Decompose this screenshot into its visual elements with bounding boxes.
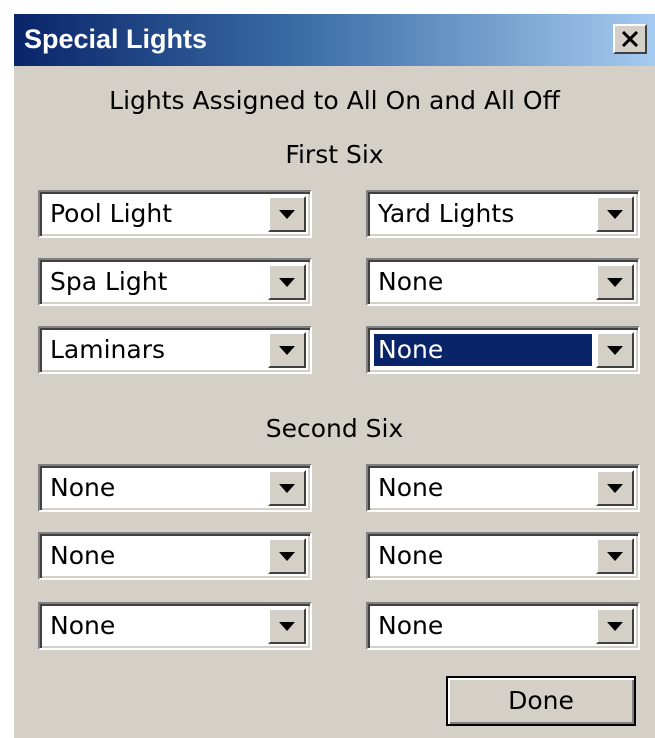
- first-six-dropdown-5[interactable]: None: [366, 258, 640, 306]
- chevron-down-icon: [279, 209, 295, 219]
- dropdown-arrow-button[interactable]: [268, 264, 306, 300]
- title-bar[interactable]: Special Lights: [14, 14, 655, 66]
- second-six-label: Second Six: [265, 414, 404, 443]
- chevron-down-icon: [279, 483, 295, 493]
- second-six-dropdown-4[interactable]: None: [366, 464, 640, 512]
- dropdown-value: None: [378, 473, 444, 502]
- chevron-down-icon: [607, 277, 623, 287]
- done-button[interactable]: Done: [446, 676, 636, 726]
- first-six-dropdown-2[interactable]: Spa Light: [38, 258, 312, 306]
- second-six-dropdown-6[interactable]: None: [366, 602, 640, 650]
- close-button[interactable]: [613, 24, 647, 54]
- chevron-down-icon: [607, 621, 623, 631]
- dropdown-value: None: [50, 473, 116, 502]
- dropdown-arrow-button[interactable]: [268, 538, 306, 574]
- close-icon: [621, 31, 639, 47]
- dropdown-value: Spa Light: [50, 267, 168, 296]
- dropdown-value: Laminars: [50, 335, 166, 364]
- dropdown-value: None: [50, 611, 116, 640]
- chevron-down-icon: [607, 551, 623, 561]
- second-six-dropdown-2[interactable]: None: [38, 532, 312, 580]
- chevron-down-icon: [607, 483, 623, 493]
- dropdown-arrow-button[interactable]: [596, 264, 634, 300]
- chevron-down-icon: [279, 345, 295, 355]
- chevron-down-icon: [607, 345, 623, 355]
- dropdown-value: None: [378, 611, 444, 640]
- dropdown-arrow-button[interactable]: [596, 608, 634, 644]
- chevron-down-icon: [279, 621, 295, 631]
- second-six-dropdown-1[interactable]: None: [38, 464, 312, 512]
- dropdown-value: None: [374, 334, 592, 366]
- first-six-dropdown-1[interactable]: Pool Light: [38, 190, 312, 238]
- chevron-down-icon: [279, 277, 295, 287]
- chevron-down-icon: [279, 551, 295, 561]
- dropdown-value: Pool Light: [50, 199, 173, 228]
- second-six-dropdown-5[interactable]: None: [366, 532, 640, 580]
- dropdown-arrow-button[interactable]: [596, 538, 634, 574]
- dropdown-arrow-button[interactable]: [268, 470, 306, 506]
- first-six-dropdown-4[interactable]: Yard Lights: [366, 190, 640, 238]
- first-six-label: First Six: [285, 140, 384, 169]
- dropdown-arrow-button[interactable]: [596, 196, 634, 232]
- dropdown-value: None: [378, 267, 444, 296]
- first-six-dropdown-6[interactable]: None: [366, 326, 640, 374]
- window-title: Special Lights: [24, 24, 208, 54]
- dropdown-arrow-button[interactable]: [268, 332, 306, 368]
- second-six-dropdown-3[interactable]: None: [38, 602, 312, 650]
- special-lights-dialog: Special Lights Lights Assigned to All On…: [12, 12, 655, 738]
- dropdown-value: None: [50, 541, 116, 570]
- dropdown-arrow-button[interactable]: [596, 332, 634, 368]
- description-label: Lights Assigned to All On and All Off: [109, 86, 560, 115]
- dropdown-arrow-button[interactable]: [596, 470, 634, 506]
- first-six-dropdown-3[interactable]: Laminars: [38, 326, 312, 374]
- dropdown-value: None: [378, 541, 444, 570]
- dropdown-arrow-button[interactable]: [268, 196, 306, 232]
- dropdown-arrow-button[interactable]: [268, 608, 306, 644]
- dropdown-value: Yard Lights: [378, 199, 515, 228]
- chevron-down-icon: [607, 209, 623, 219]
